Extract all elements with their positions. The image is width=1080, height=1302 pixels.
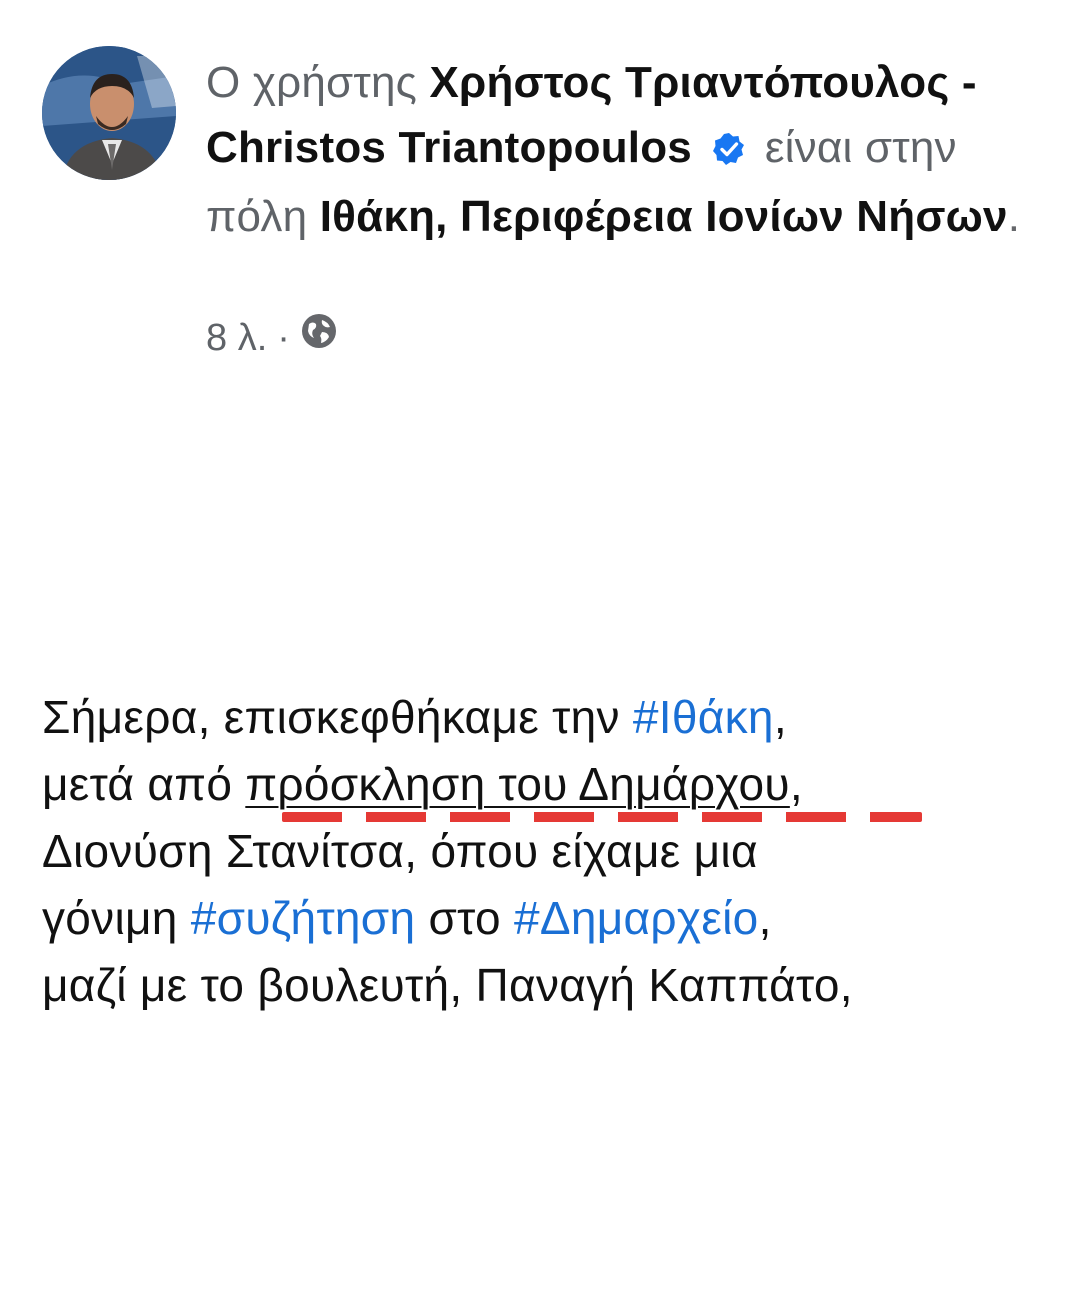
header-end-dot: . [1007, 192, 1021, 241]
post-line-3: Διονύση Στανίτσα, όπου είχαμε μια [42, 825, 758, 877]
post-text: μετά από [42, 758, 246, 810]
timestamp[interactable]: 8 λ. [206, 313, 267, 363]
header-prefix: Ο χρήστης [206, 58, 418, 107]
post-body: Σήμερα, επισκεφθήκαμε την #Ιθάκη, μετά α… [42, 684, 1042, 1019]
post-line-1: Σήμερα, επισκεφθήκαμε την #Ιθάκη, [42, 684, 1042, 751]
post-header-text: Ο χρήστης Χρήστος Τριαντόπουλος - Christ… [206, 50, 1046, 249]
post-line-4: γόνιμη #συζήτηση στο #Δημαρχείο, [42, 885, 1042, 952]
post-text: , [789, 758, 803, 810]
post-text: γόνιμη [42, 892, 191, 944]
post-meta: 8 λ. · [206, 312, 338, 363]
avatar[interactable] [42, 46, 176, 180]
underlined-phrase: πρόσκληση του Δημάρχου [245, 758, 790, 810]
red-highlight-dashes [282, 812, 922, 822]
post-text: , [773, 691, 787, 743]
hashtag-link-dimarxeio[interactable]: #Δημαρχείο [514, 892, 759, 944]
location-link[interactable]: Ιθάκη, Περιφέρεια Ιονίων Νήσων [320, 192, 1008, 241]
post-text: , [758, 892, 772, 944]
post-line-5: μαζί με το βουλευτή, Παναγή Καππάτο, [42, 959, 853, 1011]
hashtag-link-ithaki[interactable]: #Ιθάκη [633, 691, 774, 743]
post-text: στο [415, 892, 514, 944]
verified-badge-icon [712, 119, 746, 184]
globe-icon[interactable] [300, 312, 338, 363]
avatar-photo [42, 46, 176, 180]
hashtag-link-syzitisi[interactable]: #συζήτηση [191, 892, 416, 944]
post-line-2: μετά από πρόσκληση του Δημάρχου, [42, 751, 1042, 818]
post-text: Σήμερα, επισκεφθήκαμε την [42, 691, 633, 743]
meta-separator: · [277, 316, 290, 359]
